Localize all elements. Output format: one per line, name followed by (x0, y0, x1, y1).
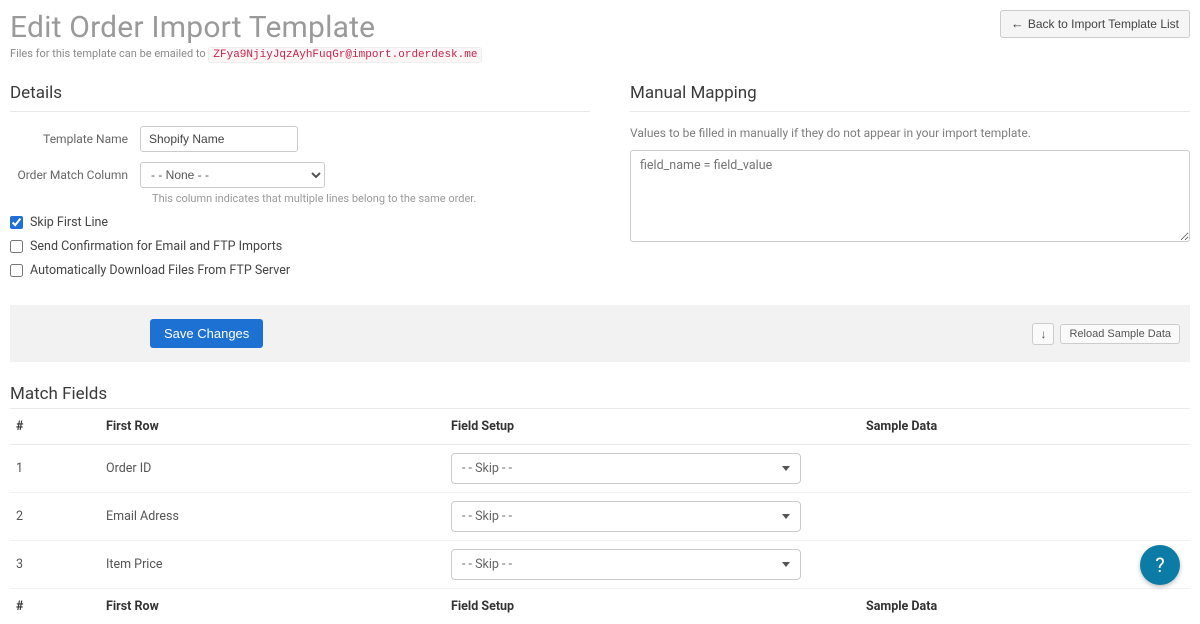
table-row: 2 Email Adress - - Skip - - (10, 493, 1190, 541)
table-row: 3 Item Price - - Skip - - (10, 541, 1190, 589)
row-firstrow: Email Adress (100, 493, 445, 541)
arrow-left-icon: ← (1011, 16, 1024, 32)
field-setup-value: - - Skip - - (462, 557, 512, 572)
auto-download-checkbox[interactable] (10, 264, 23, 277)
send-confirmation-label: Send Confirmation for Email and FTP Impo… (30, 239, 282, 254)
row-num: 2 (10, 493, 100, 541)
help-button[interactable]: ? (1140, 545, 1180, 585)
match-fields-title: Match Fields (10, 384, 1190, 404)
details-section: Details Template Name Order Match Column… (10, 83, 590, 287)
field-setup-select[interactable]: - - Skip - - (451, 453, 801, 484)
match-fields-table: # First Row Field Setup Sample Data 1 Or… (10, 408, 1190, 624)
field-setup-select[interactable]: - - Skip - - (451, 501, 801, 532)
send-confirmation-checkbox[interactable] (10, 240, 23, 253)
mapping-section: Manual Mapping Values to be filled in ma… (630, 83, 1190, 287)
row-sample (860, 445, 1190, 493)
email-hint: Files for this template can be emailed t… (10, 47, 482, 61)
template-name-label: Template Name (10, 132, 140, 146)
row-sample (860, 493, 1190, 541)
col-firstrow-header: First Row (100, 409, 445, 445)
foot-fieldsetup: Field Setup (445, 589, 860, 624)
row-firstrow: Order ID (100, 445, 445, 493)
send-confirmation-row[interactable]: Send Confirmation for Email and FTP Impo… (10, 239, 590, 254)
reload-sample-button[interactable]: Reload Sample Data (1060, 324, 1180, 344)
order-match-label: Order Match Column (10, 168, 140, 182)
page-title: Edit Order Import Template (10, 10, 482, 45)
field-setup-value: - - Skip - - (462, 461, 512, 476)
foot-sampledata: Sample Data (860, 589, 1190, 624)
mapping-hint: Values to be filled in manually if they … (630, 126, 1190, 140)
foot-firstrow: First Row (100, 589, 445, 624)
skip-first-row[interactable]: Skip First Line (10, 215, 590, 230)
table-row: 1 Order ID - - Skip - - (10, 445, 1190, 493)
email-address: ZFya9NjiyJqzAyhFuqGr@import.orderdesk.me (208, 47, 482, 63)
auto-download-row[interactable]: Automatically Download Files From FTP Se… (10, 263, 590, 278)
field-setup-value: - - Skip - - (462, 509, 512, 524)
skip-first-label: Skip First Line (30, 215, 108, 230)
order-match-select[interactable]: - - None - - (140, 162, 325, 188)
save-button[interactable]: Save Changes (150, 319, 263, 348)
col-fieldsetup-header: Field Setup (445, 409, 860, 445)
col-num-header: # (10, 409, 100, 445)
row-num: 1 (10, 445, 100, 493)
email-hint-text: Files for this template can be emailed t… (10, 47, 206, 60)
foot-num: # (10, 589, 100, 624)
order-match-hint: This column indicates that multiple line… (152, 192, 590, 205)
mapping-title: Manual Mapping (630, 83, 1190, 112)
mapping-textarea[interactable] (630, 150, 1190, 242)
action-bar: Save Changes ↓ Reload Sample Data (10, 305, 1190, 362)
row-num: 3 (10, 541, 100, 589)
auto-download-label: Automatically Download Files From FTP Se… (30, 263, 290, 278)
col-sampledata-header: Sample Data (860, 409, 1190, 445)
details-title: Details (10, 83, 590, 112)
skip-first-checkbox[interactable] (10, 216, 23, 229)
download-icon-button[interactable]: ↓ (1032, 323, 1054, 345)
back-button[interactable]: ← Back to Import Template List (1000, 10, 1190, 38)
back-button-label: Back to Import Template List (1028, 17, 1179, 31)
field-setup-select[interactable]: - - Skip - - (451, 549, 801, 580)
row-firstrow: Item Price (100, 541, 445, 589)
template-name-input[interactable] (140, 126, 298, 152)
